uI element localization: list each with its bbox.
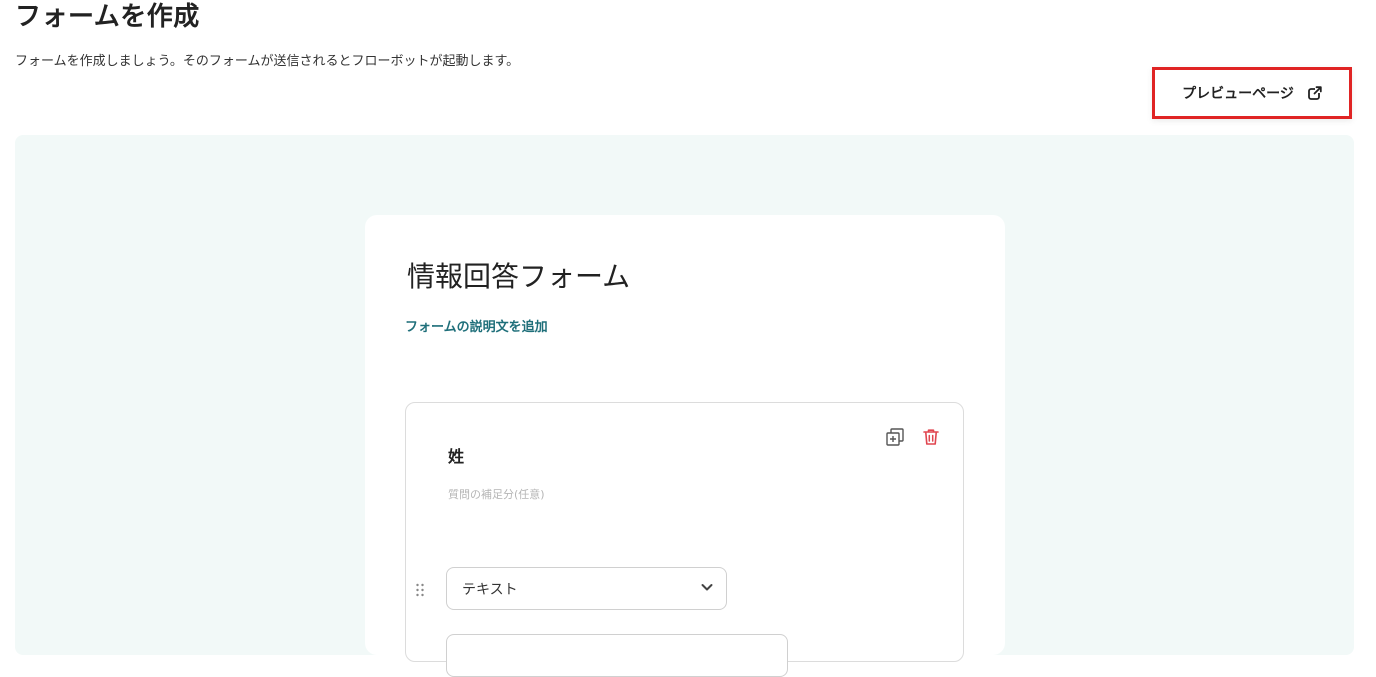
question-type-value: テキスト [462,581,518,598]
question-card: 姓 質問の補足分(任意) テキスト [405,402,964,677]
chevron-down-icon [700,579,714,598]
trash-icon[interactable] [921,427,941,447]
page-description: フォームを作成しましょう。そのフォームが送信されるとフローボットが起動します。 [15,54,520,69]
question-answer-input[interactable] [446,634,788,677]
duplicate-icon[interactable] [885,427,905,447]
question-type-select[interactable]: テキスト [446,567,727,610]
preview-page-label: プレビューページ [1182,86,1294,102]
drag-handle-icon[interactable] [415,582,425,597]
form-card: 情報回答フォーム フォームの説明文を追加 姓 質問の補足分(任意) テキスト [365,215,1005,677]
external-link-icon [1307,86,1322,100]
preview-page-button[interactable]: プレビューページ [1152,67,1352,119]
question-hint-input[interactable]: 質問の補足分(任意) [448,486,545,502]
form-title[interactable]: 情報回答フォーム [407,259,630,295]
page-title: フォームを作成 [15,2,200,32]
add-form-description-link[interactable]: フォームの説明文を追加 [405,316,548,335]
question-label[interactable]: 姓 [448,443,464,467]
